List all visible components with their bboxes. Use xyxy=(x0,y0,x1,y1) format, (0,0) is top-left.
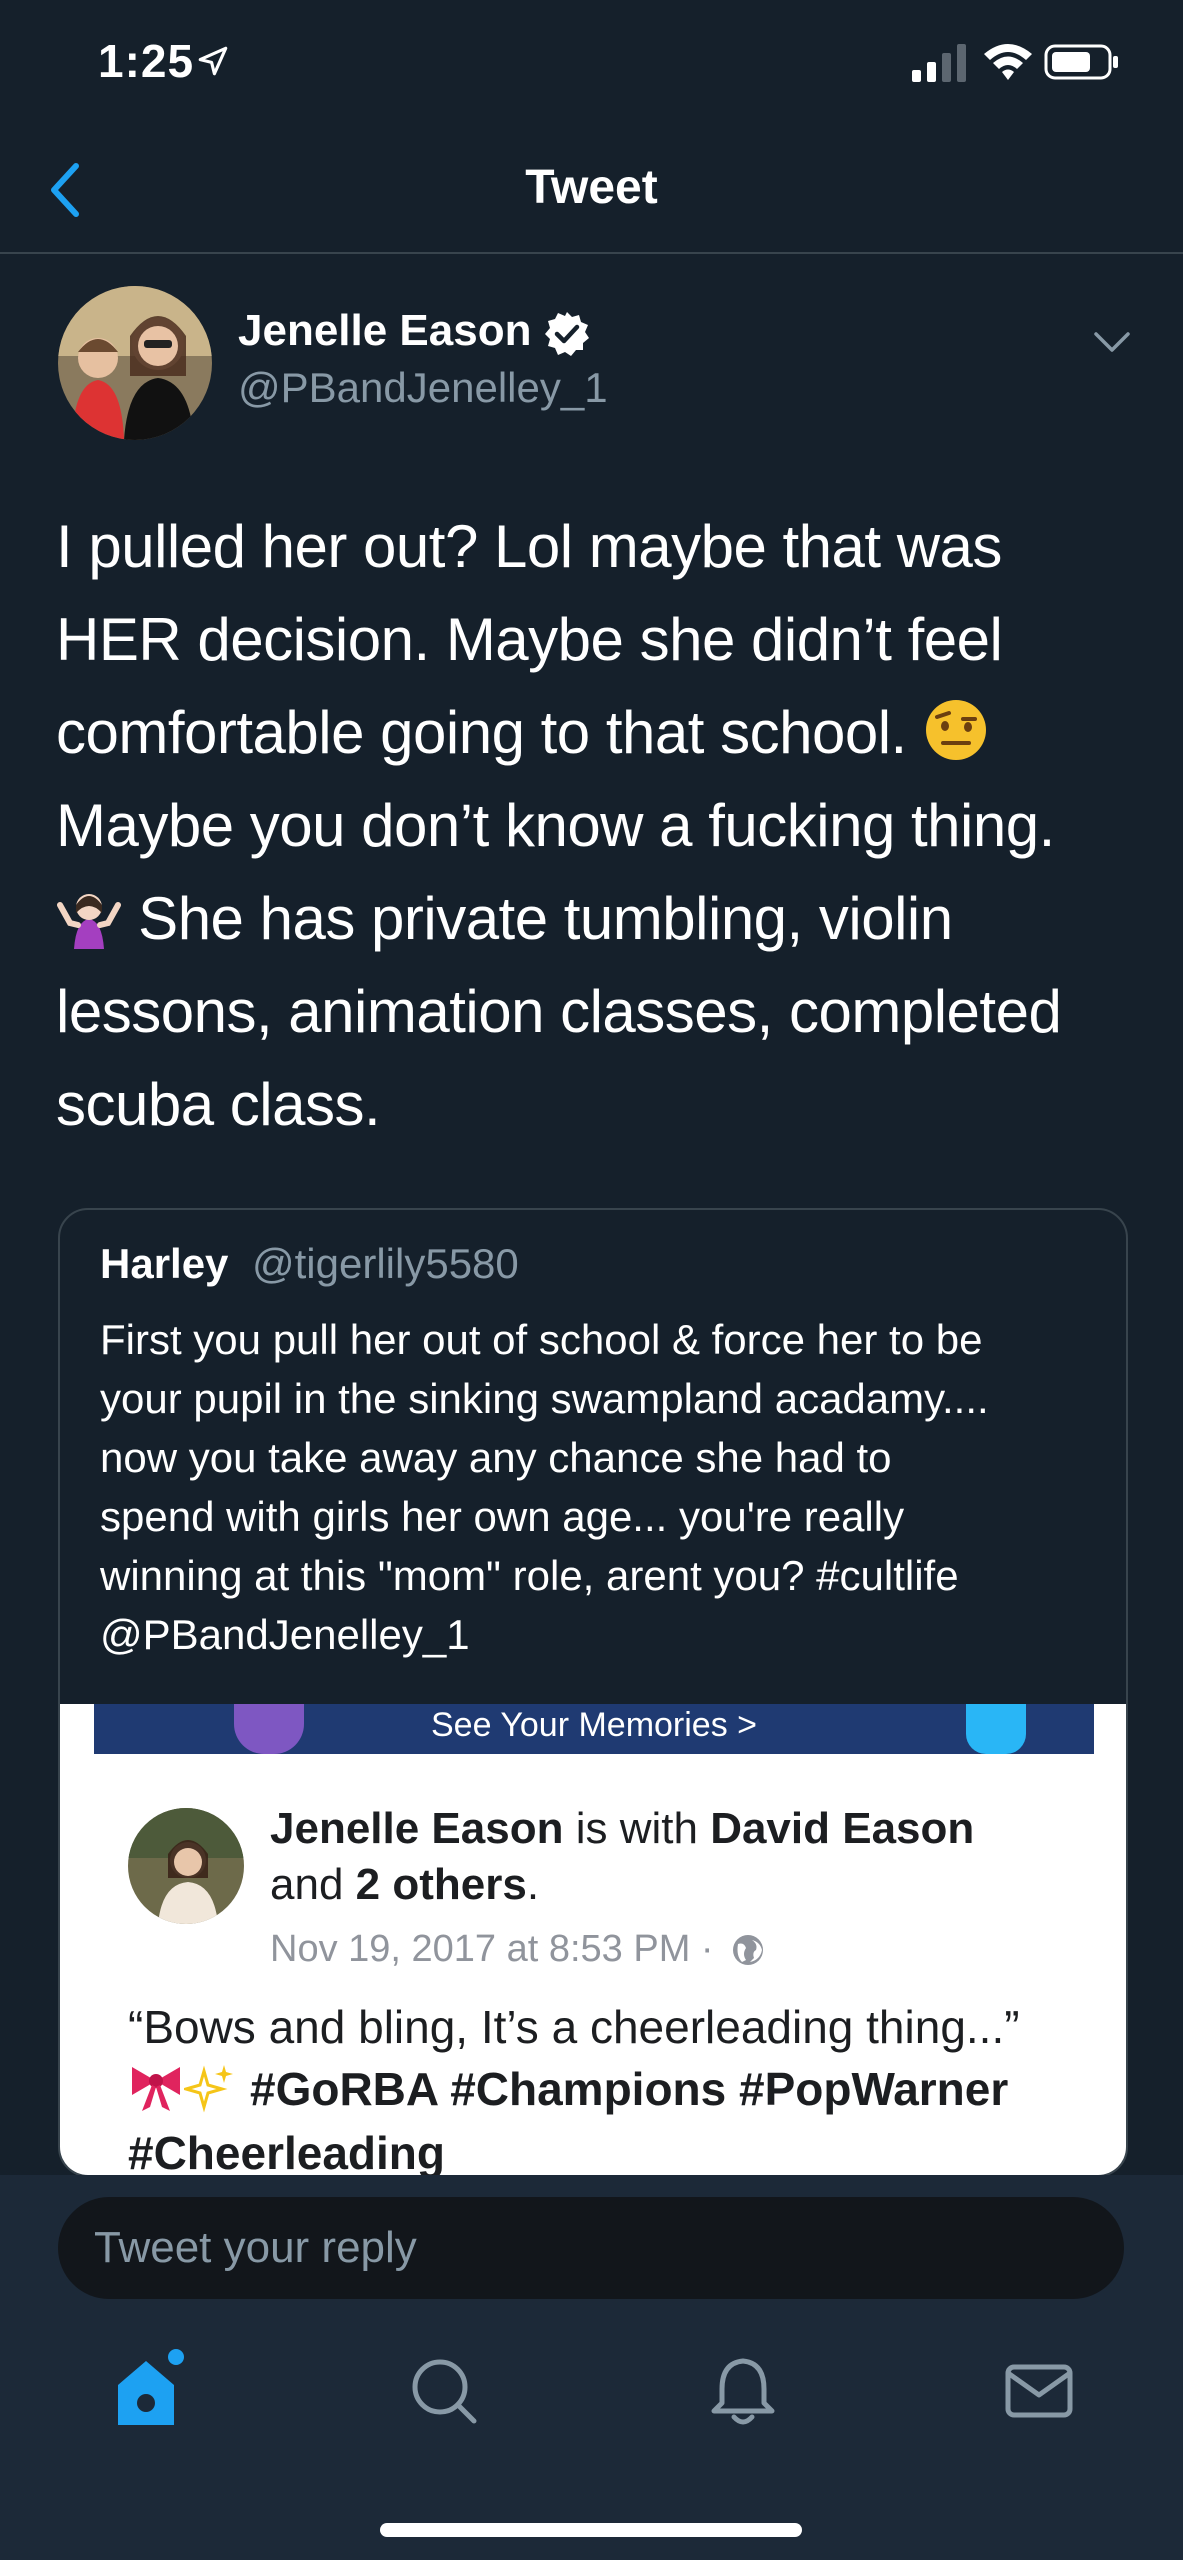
bell-icon[interactable] xyxy=(698,2345,788,2435)
location-arrow-icon xyxy=(198,46,228,76)
tweet-text-line-with-emoji: She has private tumbling, violin xyxy=(56,872,1136,965)
facebook-period: . xyxy=(526,1860,540,1909)
author-handle[interactable]: @PBandJenelley_1 xyxy=(238,364,608,412)
globe-icon xyxy=(733,1935,763,1965)
tweet-text-line-with-emoji: comfortable going to that school. xyxy=(56,686,1136,779)
verified-badge-icon xyxy=(545,312,589,356)
tweet-body: I pulled her out? Lol maybe that was HER… xyxy=(56,500,1136,1151)
page-title: Tweet xyxy=(525,161,658,214)
tweet-text-line: HER decision. Maybe she didn’t feel xyxy=(56,606,1003,673)
ribbon-emoji-icon xyxy=(132,2067,180,2111)
tweet-text-line: lessons, animation classes, completed xyxy=(56,978,1062,1045)
tweet-text-line: Maybe you don’t know a fucking thing. xyxy=(56,792,1055,859)
quoted-text-line: First you pull her out of school & force… xyxy=(100,1316,983,1363)
quoted-tweet-image[interactable]: See Your Memories > Jenelle Eason is wit… xyxy=(60,1704,1126,2177)
facebook-post-author: Jenelle Eason xyxy=(270,1804,564,1853)
reply-and-tab-area: Tweet your reply xyxy=(0,2175,1183,2560)
facebook-caption-tags: #GoRBA #Champions #PopWarner xyxy=(128,2062,1008,2116)
quoted-tweet-text: First you pull her out of school & force… xyxy=(100,1310,1110,1664)
facebook-post-avatar xyxy=(128,1808,244,1924)
author-name[interactable]: Jenelle Eason xyxy=(238,306,531,356)
home-indicator xyxy=(380,2523,802,2537)
memories-banner: See Your Memories > xyxy=(94,1704,1094,1754)
tweet-header: Jenelle Eason @PBandJenelley_1 xyxy=(0,282,1183,452)
quoted-author-name: Harley xyxy=(100,1240,229,1287)
nav-bar: Tweet xyxy=(0,130,1183,254)
status-bar: 1:25 xyxy=(0,0,1183,130)
tab-bar xyxy=(0,2325,1183,2455)
quoted-text-line: your pupil in the sinking swampland acad… xyxy=(100,1375,989,1422)
tweet-text-segment: She has private tumbling, violin xyxy=(138,885,953,952)
quoted-tweet-card[interactable]: Harley @tigerlily5580 First you pull her… xyxy=(58,1208,1128,2177)
tweet-text-line: scuba class. xyxy=(56,1071,381,1138)
facebook-caption-line: “Bows and bling, It’s a cheerleading thi… xyxy=(128,2001,1020,2053)
facebook-post-date: Nov 19, 2017 at 8:53 PM · xyxy=(270,1928,714,1970)
quoted-text-line: now you take away any chance she had to xyxy=(100,1434,892,1481)
chevron-down-icon[interactable] xyxy=(1092,328,1132,358)
facebook-and-text: and xyxy=(270,1860,356,1909)
facebook-hashtags: #GoRBA #Champions #PopWarner xyxy=(250,2063,1009,2115)
mail-icon[interactable] xyxy=(994,2345,1084,2435)
status-time: 1:25 xyxy=(98,35,195,87)
battery-icon xyxy=(1044,44,1118,80)
reply-placeholder: Tweet your reply xyxy=(94,2223,417,2272)
quoted-author-handle: @tigerlily5580 xyxy=(252,1240,519,1287)
quoted-text-line: @PBandJenelley_1 xyxy=(100,1611,470,1658)
raised-eyebrow-emoji-icon xyxy=(925,700,986,760)
tweet-text-line: I pulled her out? Lol maybe that was xyxy=(56,513,1002,580)
facebook-post-title-cont: and 2 others. xyxy=(270,1860,539,1910)
facebook-tagged-person: David Eason xyxy=(710,1804,975,1853)
search-icon[interactable] xyxy=(400,2345,490,2435)
sparkles-emoji-icon xyxy=(184,2065,233,2113)
facebook-with-text: is with xyxy=(563,1804,711,1853)
facebook-hashtag-cheerleading: #Cheerleading xyxy=(128,2127,445,2177)
reply-input[interactable]: Tweet your reply xyxy=(58,2197,1124,2299)
facebook-post-title: Jenelle Eason is with David Eason xyxy=(270,1804,974,1854)
facebook-others-count: 2 others xyxy=(355,1860,527,1909)
memories-banner-text: See Your Memories > xyxy=(430,1706,758,1744)
home-icon[interactable] xyxy=(104,2345,194,2435)
cellular-signal-icon xyxy=(912,44,966,82)
quoted-text-line: winning at this "mom" role, arent you? #… xyxy=(100,1552,959,1599)
wifi-icon xyxy=(984,44,1032,80)
tweet-text-segment: comfortable going to that school. xyxy=(56,699,907,766)
author-avatar[interactable] xyxy=(58,286,212,440)
quoted-text-line: spend with girls her own age... you're r… xyxy=(100,1493,905,1540)
shrug-emoji-icon xyxy=(57,894,121,949)
facebook-caption-hashtag: #Cheerleading xyxy=(128,2126,445,2177)
